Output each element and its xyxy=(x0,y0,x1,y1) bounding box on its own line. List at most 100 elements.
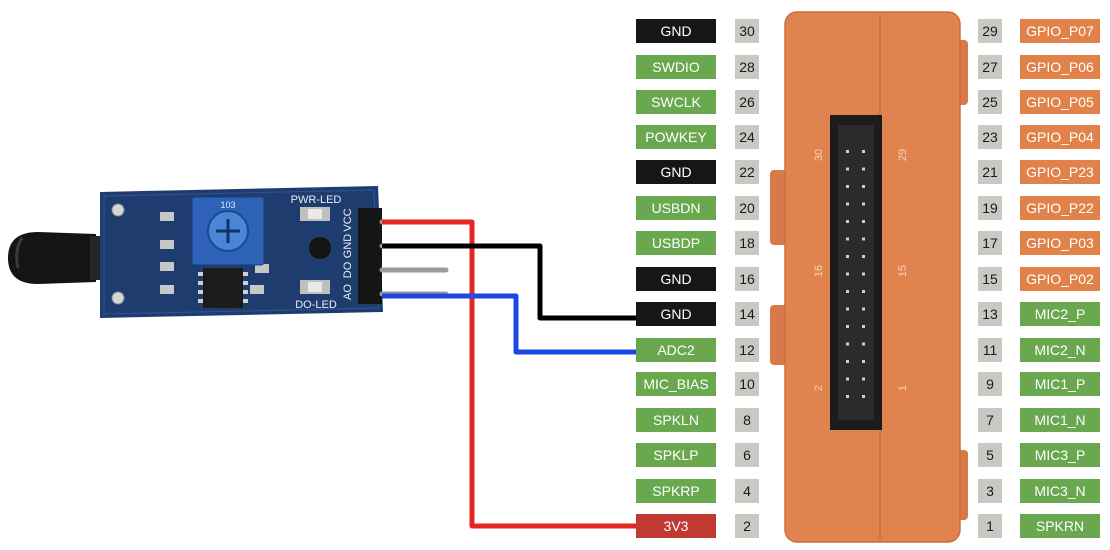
pin-label-usbdn: USBDN xyxy=(636,196,716,220)
pin-label-gpio-p23: GPIO_P23 xyxy=(1020,160,1100,184)
header-pin-dot xyxy=(846,342,849,346)
connector-label-15: 15 xyxy=(897,265,909,277)
pin-number-12: 12 xyxy=(735,338,759,362)
pin-label-swdio: SWDIO xyxy=(636,55,716,79)
header-pin-dot xyxy=(846,290,849,293)
pin-number-27: 27 xyxy=(978,55,1002,79)
pin-label-mic-bias: MIC_BIAS xyxy=(636,372,716,396)
pin-number-10: 10 xyxy=(735,372,759,396)
sensor-pin-label-ao: AO xyxy=(342,284,354,300)
pin-label-gpio-p22: GPIO_P22 xyxy=(1020,196,1100,220)
pin-label-swclk: SWCLK xyxy=(636,90,716,114)
header-pin-dot xyxy=(862,185,865,188)
potentiometer-value: 103 xyxy=(220,200,235,210)
header-pin-dot xyxy=(846,185,849,188)
header-pin-dot xyxy=(862,325,865,328)
pin-number-16: 16 xyxy=(735,267,759,291)
pin-number-23: 23 xyxy=(978,125,1002,149)
sensor-pin-label-gnd: GND xyxy=(342,234,354,259)
connector-label-1: 1 xyxy=(897,385,909,391)
header-pin-dot xyxy=(846,377,849,381)
pwr-led-label: PWR-LED xyxy=(291,194,342,206)
pin-number-11: 11 xyxy=(978,338,1002,362)
pin-label-gpio-p05: GPIO_P05 xyxy=(1020,90,1100,114)
header-pin-dot xyxy=(846,167,849,171)
pin-number-18: 18 xyxy=(735,231,759,255)
flame-sensor-module: 103 PWR-LED DO-LED VCC GND DO AO xyxy=(8,186,449,318)
header-pin-dot xyxy=(862,237,865,241)
pin-number-25: 25 xyxy=(978,90,1002,114)
pin-number-17: 17 xyxy=(978,231,1002,255)
do-led-label: DO-LED xyxy=(295,299,337,311)
pin-label-adc2: ADC2 xyxy=(636,338,716,362)
pin-number-13: 13 xyxy=(978,302,1002,326)
header-pin-dot xyxy=(862,342,865,346)
pin-number-21: 21 xyxy=(978,160,1002,184)
pin-number-9: 9 xyxy=(978,372,1002,396)
pin-number-24: 24 xyxy=(735,125,759,149)
connector-label-30: 30 xyxy=(813,149,825,161)
header-pin-dot xyxy=(862,167,865,171)
pin-label-mic2-n: MIC2_N xyxy=(1020,338,1100,362)
pin-number-15: 15 xyxy=(978,267,1002,291)
pin-number-8: 8 xyxy=(735,408,759,432)
pin-number-22: 22 xyxy=(735,160,759,184)
wiring-diagram: 30 29 16 15 2 1 103 PWR-LED DO-LED VCC G… xyxy=(8,11,968,543)
pin-label-gnd-30: GND xyxy=(636,19,716,43)
header-pin-dot xyxy=(862,395,865,398)
pin-label-spklp: SPKLP xyxy=(636,443,716,467)
pin-number-3: 3 xyxy=(978,479,1002,503)
pin-number-6: 6 xyxy=(735,443,759,467)
pin-number-4: 4 xyxy=(735,479,759,503)
sensor-pin-label-vcc: VCC xyxy=(342,208,354,231)
comparator-ic xyxy=(203,268,243,308)
header-pin-dot xyxy=(862,150,865,153)
pin-number-5: 5 xyxy=(978,443,1002,467)
connector-label-16: 16 xyxy=(813,265,825,277)
sensor-header xyxy=(358,208,382,304)
header-pin-dot xyxy=(846,395,849,398)
pin-label-mic3-p: MIC3_P xyxy=(1020,443,1100,467)
header-pin-dot xyxy=(862,290,865,293)
header-pin-dot xyxy=(846,255,849,258)
pin-number-28: 28 xyxy=(735,55,759,79)
pin-label-mic1-p: MIC1_P xyxy=(1020,372,1100,396)
pin-label-gpio-p03: GPIO_P03 xyxy=(1020,231,1100,255)
pin-number-2: 2 xyxy=(735,514,759,538)
header-pin-dot xyxy=(846,150,849,153)
pin-label-powkey: POWKEY xyxy=(636,125,716,149)
header-pin-dot xyxy=(846,307,849,311)
pin-label-spkrp: SPKRP xyxy=(636,479,716,503)
pin-number-19: 19 xyxy=(978,196,1002,220)
pin-label-gpio-p04: GPIO_P04 xyxy=(1020,125,1100,149)
sensor-pin-label-do: DO xyxy=(342,261,354,278)
pin-label-gpio-p02: GPIO_P02 xyxy=(1020,267,1100,291)
header-pin-dot xyxy=(862,202,865,206)
pin-label-3v3: 3V3 xyxy=(636,514,716,538)
header-pin-dot xyxy=(846,272,849,276)
header-pin-dot xyxy=(846,325,849,328)
pin-label-spkln: SPKLN xyxy=(636,408,716,432)
pin-number-29: 29 xyxy=(978,19,1002,43)
connector-label-2: 2 xyxy=(813,385,825,391)
header-pin-dot xyxy=(862,307,865,311)
pin-label-gnd-14: GND xyxy=(636,302,716,326)
header-pin-dot xyxy=(846,220,849,223)
connector-label-29: 29 xyxy=(897,149,909,161)
header-pin-dot xyxy=(846,237,849,241)
pin-label-usbdp: USBDP xyxy=(636,231,716,255)
header-pin-dot xyxy=(846,360,849,363)
pin-label-mic1-n: MIC1_N xyxy=(1020,408,1100,432)
wire-do-to-adc2 xyxy=(382,293,642,355)
pin-number-20: 20 xyxy=(735,196,759,220)
pin-label-mic3-n: MIC3_N xyxy=(1020,479,1100,503)
header-pin-dot xyxy=(862,220,865,223)
header-pin-dot xyxy=(862,272,865,276)
pin-number-30: 30 xyxy=(735,19,759,43)
pin-label-spkrn: SPKRN xyxy=(1020,514,1100,538)
wire-gnd-to-gnd xyxy=(382,243,642,321)
pin-number-26: 26 xyxy=(735,90,759,114)
header-pin-dot xyxy=(862,255,865,258)
pin-number-14: 14 xyxy=(735,302,759,326)
pin-label-gpio-p07: GPIO_P07 xyxy=(1020,19,1100,43)
